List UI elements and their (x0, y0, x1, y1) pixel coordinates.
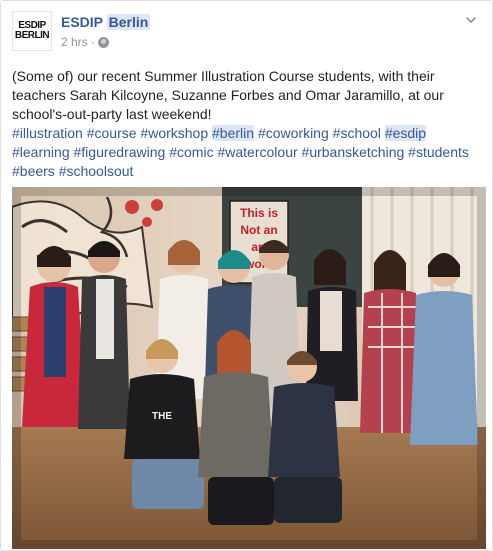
hashtag-link[interactable]: #esdip (384, 125, 427, 141)
hashtag-link[interactable]: #learning (12, 144, 70, 160)
post-body: (Some of) our recent Summer Illustration… (12, 67, 482, 181)
hashtag-link[interactable]: #comic (169, 144, 213, 160)
hashtag-link[interactable]: #watercolour (217, 144, 297, 160)
sign-line: Not an (240, 223, 277, 237)
hashtag-link[interactable]: #coworking (258, 125, 329, 141)
post-timestamp[interactable]: 2 hrs (61, 35, 88, 49)
post-photo[interactable]: This is Not an art work THE (12, 187, 486, 549)
hashtag-link[interactable]: #beers (12, 163, 55, 179)
post-header: ESDIP BERLIN ESDIP Berlin 2 hrs · (12, 11, 482, 53)
sign-line: This is (240, 206, 278, 220)
chevron-down-icon[interactable] (464, 13, 478, 27)
hashtag-link[interactable]: #workshop (140, 125, 208, 141)
meta-separator: · (90, 35, 95, 49)
facebook-post: ESDIP BERLIN ESDIP Berlin 2 hrs · (Some … (0, 0, 493, 551)
globe-icon[interactable] (97, 36, 109, 48)
page-name-part2: Berlin (106, 14, 151, 30)
group-photo-illustration: This is Not an art work THE (12, 187, 486, 549)
avatar-line2: BERLIN (14, 30, 50, 41)
hashtag-link[interactable]: #students (408, 144, 469, 160)
people-front-row: THE (124, 330, 342, 525)
hashtag-link[interactable]: #urbansketching (302, 144, 405, 160)
hashtag-link[interactable]: #school (333, 125, 381, 141)
hashtag-link[interactable]: #figuredrawing (74, 144, 166, 160)
hashtag-link[interactable]: #course (87, 125, 137, 141)
hashtag-link[interactable]: #schoolsout (59, 163, 134, 179)
hashtag-link[interactable]: #illustration (12, 125, 83, 141)
page-avatar[interactable]: ESDIP BERLIN (12, 11, 52, 51)
svg-text:THE: THE (152, 411, 172, 422)
page-name-part1: ESDIP (61, 14, 103, 30)
hashtag-list: #illustration #course #workshop #berlin … (12, 124, 482, 181)
hashtag-link[interactable]: #berlin (212, 125, 255, 141)
post-message: (Some of) our recent Summer Illustration… (12, 68, 444, 122)
page-name-link[interactable]: ESDIP Berlin (61, 14, 151, 30)
post-meta: 2 hrs · (61, 35, 109, 49)
